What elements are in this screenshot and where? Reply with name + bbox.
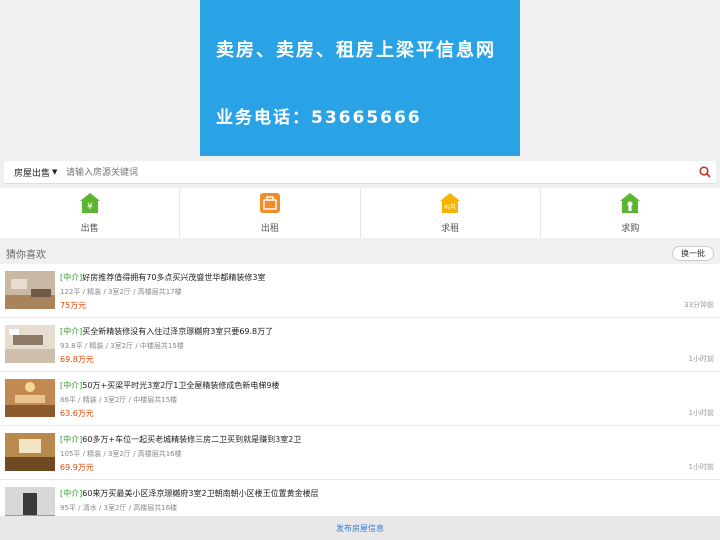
listing-meta: 105平 / 精装 / 3室2厅 / 高楼层共16楼 [60,450,182,458]
banner-headline: 卖房、卖房、租房上梁平信息网 [216,40,496,61]
nav-want-buy-label: 求购 [621,224,640,234]
briefcase-icon [259,192,281,218]
list-item[interactable]: [中介]60来万买最美小区泽京璟樾府3室2卫朝南朝小区楼王位置黄金楼层 95平 … [0,480,720,516]
listing-title: [中介]60多万+车位一起买老城精装修三房二卫买到就是赚到3室2卫 [60,434,301,445]
publish-button[interactable]: 发布房屋信息 [0,516,720,540]
house-person-icon [619,192,641,218]
listing-meta: 93.8平 / 精装 / 3室2厅 / 中楼层共15楼 [60,342,184,350]
category-nav: ¥ 出售 出租 ¥/月 求租 求购 [0,188,720,238]
listing-title-text: 50万+买梁平时光3室2厅1卫全屋精装修成色新电梯9楼 [82,381,280,390]
listing-meta: 95平 / 清水 / 3室2厅 / 高楼层共16楼 [60,504,178,512]
listing-meta: 122平 / 精装 / 3室2厅 / 高楼层共17楼 [60,288,182,296]
listing-time: 1小时前 [688,463,714,471]
listing-title-text: 60来万买最美小区泽京璟樾府3室2卫朝南朝小区楼王位置黄金楼层 [82,489,319,498]
refresh-button[interactable]: 换一批 [672,245,714,261]
listing-price: 63.6万元 [60,409,94,418]
listing-title-text: 买全新精装修没有入住过泽京璟樾府3室只要69.8万了 [82,327,274,336]
category-select[interactable]: 房屋出售 ▼ [4,166,66,179]
list-item[interactable]: [中介]买全新精装修没有入住过泽京璟樾府3室只要69.8万了 93.8平 / 精… [0,318,720,372]
listing-title: [中介]50万+买梁平时光3室2厅1卫全屋精装修成色新电梯9楼 [60,380,280,391]
listing-title: [中介]好房推荐值得拥有70多点买兴茂盛世华都精装修3室 [60,272,266,283]
listing-tag: [中介] [60,327,83,336]
house-yen-icon: ¥ [79,192,101,218]
ad-banner[interactable]: 卖房、卖房、租房上梁平信息网 业务电话：53665666 [200,0,520,156]
listing-title: [中介]买全新精装修没有入住过泽京璟樾府3室只要69.8万了 [60,326,273,337]
guess-header: 猜你喜欢 换一批 [0,243,720,263]
banner-phone: 业务电话：53665666 [216,108,422,128]
search-bar: 房屋出售 ▼ [4,161,716,184]
listing-price: 69.8万元 [60,355,94,364]
banner-area: 卖房、卖房、租房上梁平信息网 业务电话：53665666 [0,0,720,160]
listing-tag: [中介] [60,435,83,444]
svg-text:¥/月: ¥/月 [444,204,456,211]
listing-price: 69.9万元 [60,463,94,472]
list-item[interactable]: [中介]好房推荐值得拥有70多点买兴茂盛世华都精装修3室 122平 / 精装 /… [0,264,720,318]
nav-sell-label: 出售 [80,224,99,234]
list-item[interactable]: [中介]50万+买梁平时光3室2厅1卫全屋精装修成色新电梯9楼 86平 / 精装… [0,372,720,426]
listing-photo [5,325,55,363]
nav-rent[interactable]: 出租 [180,188,361,238]
listing-list: [中介]好房推荐值得拥有70多点买兴茂盛世华都精装修3室 122平 / 精装 /… [0,264,720,516]
listing-photo [5,487,55,516]
nav-want-rent-label: 求租 [441,224,460,234]
listing-tag: [中介] [60,381,83,390]
nav-want-buy[interactable]: 求购 [541,188,720,238]
listing-time: 1小时前 [688,355,714,363]
svg-text:¥: ¥ [87,202,93,212]
list-item[interactable]: [中介]60多万+车位一起买老城精装修三房二卫买到就是赚到3室2卫 105平 /… [0,426,720,480]
listing-photo [5,271,55,309]
listing-meta: 86平 / 精装 / 3室2厅 / 中楼层共15楼 [60,396,178,404]
search-icon[interactable] [694,166,716,178]
nav-want-rent[interactable]: ¥/月 求租 [361,188,541,238]
listing-price: 75万元 [60,301,87,310]
listing-time: 33分钟前 [684,301,714,309]
nav-rent-label: 出租 [260,224,279,234]
section-title: 猜你喜欢 [6,249,46,261]
nav-sell[interactable]: ¥ 出售 [0,188,181,238]
listing-title-text: 60多万+车位一起买老城精装修三房二卫买到就是赚到3室2卫 [82,435,302,444]
category-select-value: 房屋出售 [14,168,51,179]
chevron-down-icon: ▼ [52,168,58,176]
house-search-icon: ¥/月 [439,192,461,218]
listing-tag: [中介] [60,489,83,498]
listing-photo [5,379,55,417]
listing-title: [中介]60来万买最美小区泽京璟樾府3室2卫朝南朝小区楼王位置黄金楼层 [60,488,319,499]
listing-photo [5,433,55,471]
search-input[interactable] [66,161,694,183]
listing-time: 1小时前 [688,409,714,417]
listing-tag: [中介] [60,273,83,282]
listing-title-text: 好房推荐值得拥有70多点买兴茂盛世华都精装修3室 [82,273,266,282]
